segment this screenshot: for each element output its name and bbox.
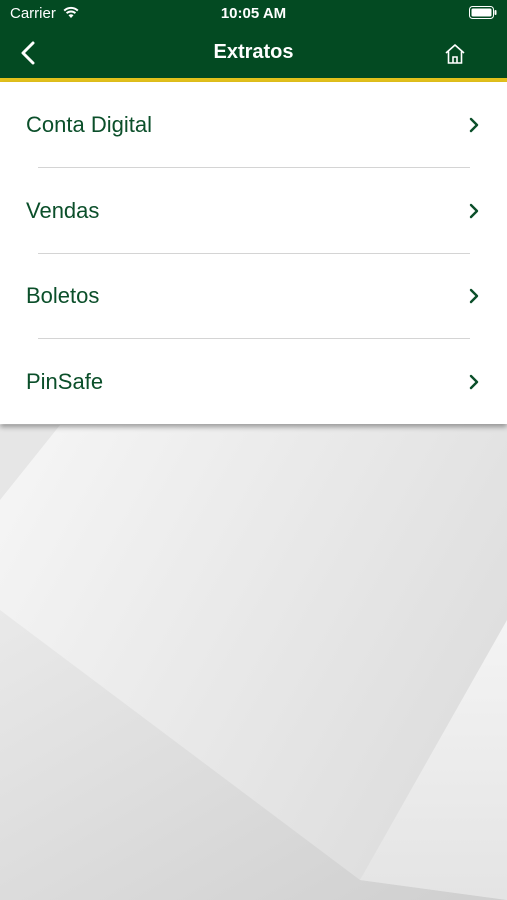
- chevron-right-icon: [469, 117, 479, 133]
- menu-item-label: Conta Digital: [26, 112, 152, 137]
- menu-item-label: Boletos: [26, 283, 100, 308]
- chevron-right-icon: [469, 288, 479, 304]
- extratos-menu: Conta Digital Vendas Boletos PinSafe: [0, 82, 507, 424]
- page-title: Extratos: [213, 41, 294, 63]
- menu-item-vendas[interactable]: Vendas: [0, 168, 507, 253]
- menu-item-label: Vendas: [26, 198, 100, 223]
- home-icon: [445, 44, 465, 64]
- chevron-right-icon: [469, 374, 479, 390]
- navigation-bar: Extratos: [0, 28, 507, 78]
- status-bar: Carrier 10:05 AM: [0, 0, 507, 28]
- battery-icon: [469, 6, 497, 23]
- status-time: 10:05 AM: [220, 5, 287, 22]
- menu-item-label: PinSafe: [26, 369, 104, 394]
- home-button[interactable]: [441, 40, 469, 68]
- menu-item-boletos[interactable]: Boletos: [0, 253, 507, 338]
- chevron-right-icon: [469, 203, 479, 219]
- menu-item-pinsafe[interactable]: PinSafe: [0, 339, 507, 424]
- menu-item-conta-digital[interactable]: Conta Digital: [0, 82, 507, 167]
